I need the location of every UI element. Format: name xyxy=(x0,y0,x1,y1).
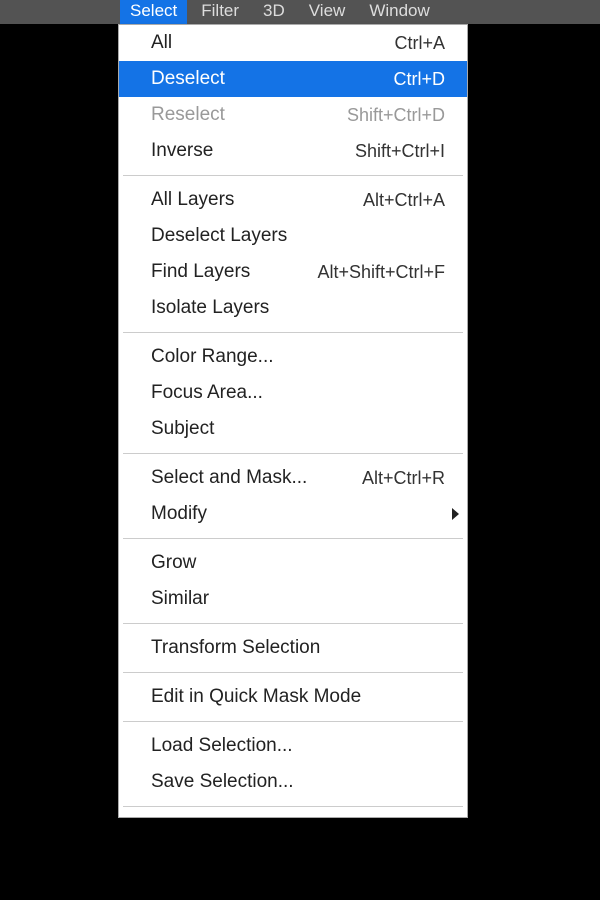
menu-item-edit-in-quick-mask-mode[interactable]: Edit in Quick Mask Mode xyxy=(119,679,467,715)
menu-item-shortcut: Ctrl+A xyxy=(394,33,445,54)
menu-item-color-range[interactable]: Color Range... xyxy=(119,339,467,375)
menu-separator xyxy=(123,175,463,176)
menu-item-label: Inverse xyxy=(151,140,213,162)
menu-item-similar[interactable]: Similar xyxy=(119,581,467,617)
menubar-item-select[interactable]: Select xyxy=(120,0,187,25)
menu-item-shortcut: Alt+Ctrl+A xyxy=(363,190,445,211)
menu-separator xyxy=(123,721,463,722)
menu-item-label: All Layers xyxy=(151,189,234,211)
menu-item-shortcut: Shift+Ctrl+D xyxy=(347,105,445,126)
menu-item-label: Modify xyxy=(151,503,207,525)
menu-item-label: Deselect xyxy=(151,68,225,90)
menu-separator xyxy=(123,538,463,539)
menu-item-label: Find Layers xyxy=(151,261,250,283)
menu-item-select-and-mask[interactable]: Select and Mask... Alt+Ctrl+R xyxy=(119,460,467,496)
menubar-item-window[interactable]: Window xyxy=(359,0,439,25)
menu-separator xyxy=(123,672,463,673)
menu-item-isolate-layers[interactable]: Isolate Layers xyxy=(119,290,467,326)
menu-item-save-selection[interactable]: Save Selection... xyxy=(119,764,467,800)
select-menu-dropdown: All Ctrl+A Deselect Ctrl+D Reselect Shif… xyxy=(118,24,468,818)
menu-item-label: Grow xyxy=(151,552,196,574)
menu-item-all[interactable]: All Ctrl+A xyxy=(119,25,467,61)
menu-item-grow[interactable]: Grow xyxy=(119,545,467,581)
menubar-item-view[interactable]: View xyxy=(299,0,356,25)
menu-item-label: Focus Area... xyxy=(151,382,263,404)
menu-item-label: Subject xyxy=(151,418,214,440)
menu-item-shortcut: Alt+Shift+Ctrl+F xyxy=(317,262,445,283)
menu-item-load-selection[interactable]: Load Selection... xyxy=(119,728,467,764)
menu-item-inverse[interactable]: Inverse Shift+Ctrl+I xyxy=(119,133,467,169)
menu-item-label: Save Selection... xyxy=(151,771,294,793)
menubar-item-3d[interactable]: 3D xyxy=(253,0,295,25)
menu-item-shortcut: Shift+Ctrl+I xyxy=(355,141,445,162)
menu-item-shortcut: Ctrl+D xyxy=(393,69,445,90)
menu-item-label: Edit in Quick Mask Mode xyxy=(151,686,361,708)
menu-separator xyxy=(123,332,463,333)
menu-item-focus-area[interactable]: Focus Area... xyxy=(119,375,467,411)
menu-item-label: Isolate Layers xyxy=(151,297,269,319)
menu-item-deselect-layers[interactable]: Deselect Layers xyxy=(119,218,467,254)
menu-item-transform-selection[interactable]: Transform Selection xyxy=(119,630,467,666)
menu-item-label: Color Range... xyxy=(151,346,274,368)
menu-separator xyxy=(123,453,463,454)
menu-item-shortcut: Alt+Ctrl+R xyxy=(362,468,445,489)
menubar-item-filter[interactable]: Filter xyxy=(191,0,249,25)
menu-item-deselect[interactable]: Deselect Ctrl+D xyxy=(119,61,467,97)
menubar: Select Filter 3D View Window xyxy=(0,0,600,24)
menu-item-label: Load Selection... xyxy=(151,735,293,757)
menu-item-label: Reselect xyxy=(151,104,225,126)
menu-item-all-layers[interactable]: All Layers Alt+Ctrl+A xyxy=(119,182,467,218)
submenu-caret-icon xyxy=(452,508,459,520)
menu-item-label: Select and Mask... xyxy=(151,467,307,489)
menu-item-label: Transform Selection xyxy=(151,637,320,659)
menu-item-find-layers[interactable]: Find Layers Alt+Shift+Ctrl+F xyxy=(119,254,467,290)
menu-item-label: All xyxy=(151,32,172,54)
menu-item-label: Deselect Layers xyxy=(151,225,287,247)
menu-item-reselect: Reselect Shift+Ctrl+D xyxy=(119,97,467,133)
menu-item-subject[interactable]: Subject xyxy=(119,411,467,447)
menu-item-label: Similar xyxy=(151,588,209,610)
menu-item-modify[interactable]: Modify xyxy=(119,496,467,532)
menu-separator xyxy=(123,806,463,807)
menu-separator xyxy=(123,623,463,624)
